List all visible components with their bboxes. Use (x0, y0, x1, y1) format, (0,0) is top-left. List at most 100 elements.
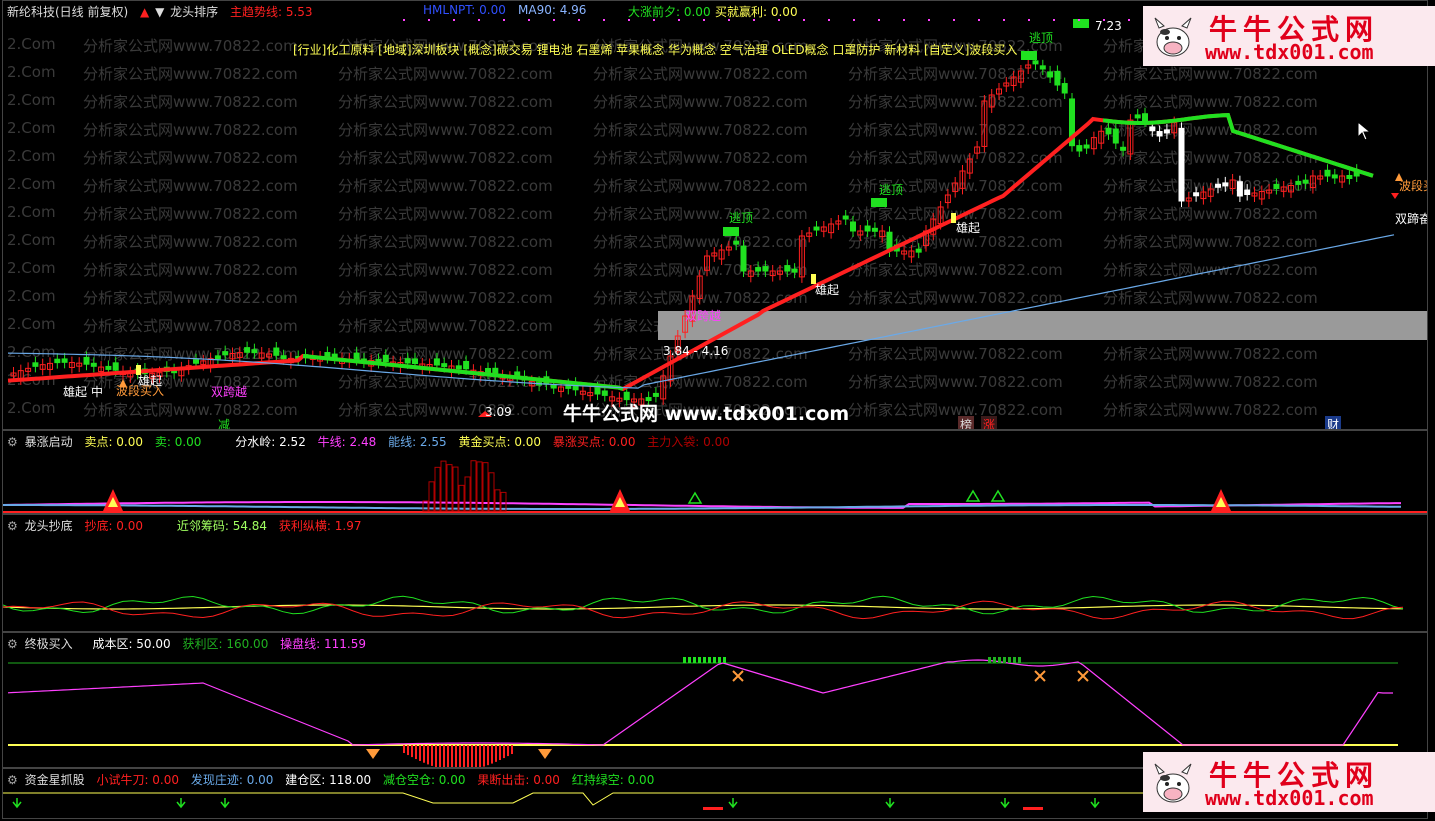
dragon-bottom-chart (3, 595, 1404, 620)
candle-body (1061, 83, 1068, 94)
candle-body (1331, 174, 1338, 179)
candle-body (755, 267, 762, 272)
surge-start-panel[interactable]: ⚙ 暴涨启动 卖点: 0.00 卖: 0.00 分水岭: 2.52 牛线: 2.… (2, 430, 1428, 514)
red-bar (451, 745, 453, 767)
red-bar (447, 745, 449, 767)
red-bar (423, 745, 425, 763)
badge-url: www.tdx001.com (1205, 40, 1374, 64)
volume-box (428, 481, 435, 512)
signal-rise-1: 雄起 (63, 385, 88, 399)
red-bar (411, 745, 413, 758)
dot-marker (703, 19, 705, 21)
candle-body (54, 358, 61, 364)
green-bar (693, 657, 696, 663)
candle-body (1120, 146, 1127, 151)
brand-badge-bottom: 牛牛公式网 www.tdx001.com (1143, 752, 1435, 812)
build-zone-line (3, 792, 1143, 806)
red-bar (467, 745, 469, 767)
candle-body (90, 362, 97, 367)
candle-body (1236, 181, 1243, 197)
candle-body (871, 227, 878, 232)
green-bar (993, 657, 996, 663)
candle-body (1149, 126, 1156, 132)
chip-line-red (3, 600, 1404, 620)
red-bar (439, 745, 441, 767)
dot-marker (1053, 19, 1055, 21)
dragon-bottom-panel[interactable]: ⚙ 龙头抄底 抄底: 0.00 近邻筹码: 54.84 获利纵横: 1.97 (2, 514, 1428, 632)
green-bar (723, 657, 726, 663)
candle-body (222, 351, 229, 356)
candle-body (1142, 113, 1148, 122)
candle-body (433, 358, 440, 366)
green-bar (688, 657, 691, 663)
green-bar (713, 657, 716, 663)
brand-badge-top: 牛牛公式网 www.tdx001.com (1143, 6, 1435, 66)
control-line (7, 659, 1393, 746)
candle-body (1156, 131, 1163, 137)
down-arrow-marker (728, 798, 738, 809)
red-bar (511, 745, 513, 755)
dot-marker (953, 19, 955, 21)
candle-body (1324, 169, 1331, 177)
candle-body (1302, 179, 1309, 184)
candle-body (353, 352, 360, 360)
dot-marker (878, 19, 880, 21)
red-bar (443, 745, 445, 767)
dot-marker (528, 19, 530, 21)
volume-box (434, 466, 441, 512)
green-bar (1018, 657, 1021, 663)
dot-marker (1078, 19, 1080, 21)
green-bar (988, 657, 991, 663)
diamond-marker (366, 749, 380, 759)
candle-body (112, 362, 119, 371)
candle-body (214, 355, 221, 360)
candle-body (1295, 180, 1302, 185)
signal-escape-1: 逃顶 (729, 211, 754, 225)
down-arrow-marker (12, 798, 22, 809)
signal-fortune: 财 (1325, 416, 1342, 429)
ultimate-buy-panel[interactable]: ⚙ 终极买入 成本区: 50.00 获利区: 160.00 操盘线: 111.5… (2, 632, 1428, 768)
candle-body (61, 358, 68, 363)
trend-line-down (1102, 113, 1374, 178)
cross-marker (1077, 670, 1089, 682)
red-bar (431, 745, 433, 766)
red-bar (499, 745, 501, 761)
candle-body (1054, 70, 1061, 86)
signal-band-buy-1: 波段买入 (116, 384, 165, 398)
green-bar (1003, 657, 1006, 663)
candle-body (1134, 114, 1141, 119)
signal-band-buy-2: 波段买 (1399, 179, 1427, 193)
dot-marker (728, 19, 730, 21)
candle-body (1032, 60, 1039, 65)
down-arrow-marker (1000, 798, 1010, 809)
red-bar (463, 745, 465, 767)
candle-body (1039, 65, 1046, 70)
dot-marker (853, 19, 855, 21)
candle-body (762, 266, 769, 272)
green-triangle (990, 489, 1006, 502)
cross-marker (1034, 670, 1046, 682)
candle-body (463, 360, 470, 370)
candle-body (850, 221, 856, 232)
red-bar (407, 745, 409, 756)
signal-double-cross-2: 双跨越 (685, 309, 722, 323)
signal-escape-2: 逃顶 (879, 183, 904, 197)
candle-body (1047, 71, 1054, 78)
candle-body (382, 354, 389, 362)
candle-body (915, 248, 922, 253)
mouse-cursor-icon (1357, 121, 1372, 141)
escape-marker (871, 198, 887, 207)
green-bar (718, 657, 721, 663)
cow-logo-icon (1154, 17, 1192, 57)
candle-body (1083, 144, 1090, 149)
volume-box (446, 464, 453, 512)
dot-marker (1003, 19, 1005, 21)
candle-body (601, 390, 608, 396)
green-bar (1013, 657, 1016, 663)
dot-marker (753, 19, 755, 21)
ultimate-buy-chart (7, 657, 1398, 767)
surge-start-chart (3, 460, 1427, 513)
candle-body (784, 265, 791, 272)
escape-marker (1073, 19, 1089, 28)
down-arrow-marker (176, 798, 186, 809)
